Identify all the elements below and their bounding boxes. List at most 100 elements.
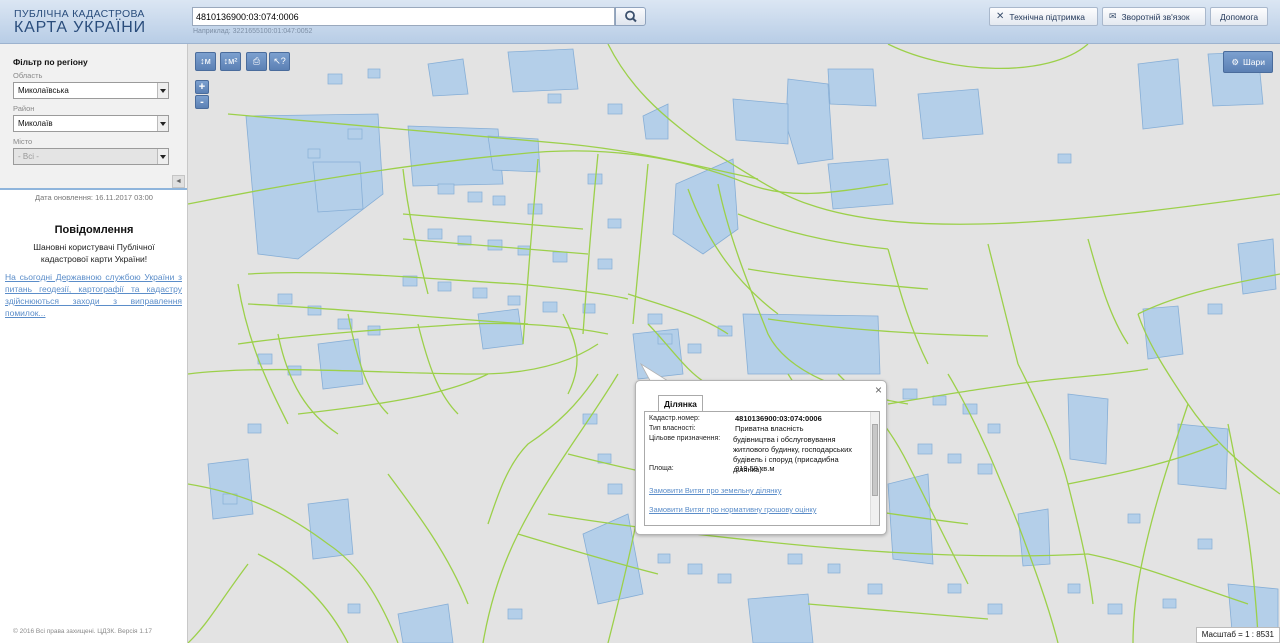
parcel (507, 48, 579, 93)
search-button[interactable] (615, 7, 646, 26)
notice-link[interactable]: На сьогодні Державною службою України з … (5, 271, 182, 319)
logo[interactable]: ПУБЛІЧНА КАДАСТРОВА КАРТА УКРАЇНИ (14, 9, 146, 36)
boundary-line (387, 473, 469, 605)
parcel (932, 395, 947, 406)
boundary-line (487, 373, 599, 525)
oblast-select[interactable]: Миколаївська (13, 82, 169, 99)
parcel (407, 125, 504, 187)
search-input[interactable] (192, 7, 615, 26)
parcel (312, 161, 364, 213)
close-icon[interactable]: × (875, 383, 882, 397)
rayon-label: Район (13, 104, 35, 113)
parcel (347, 603, 361, 614)
parcel (1057, 153, 1072, 164)
parcel (1067, 583, 1081, 594)
parcel (687, 563, 703, 575)
parcel (917, 88, 984, 140)
parcel (1067, 393, 1109, 465)
boundary-line (417, 323, 459, 415)
parcel (732, 98, 789, 145)
parcel (487, 239, 503, 251)
boundary-line (887, 368, 1149, 405)
logo-title: КАРТА УКРАЇНИ (14, 19, 146, 36)
boundary-line (188, 343, 599, 375)
parcel (717, 573, 732, 584)
zoom-in-button[interactable]: + (195, 80, 209, 94)
identify-button[interactable]: ↖? (269, 52, 290, 71)
feedback-label: Зворотній зв'язок (1121, 11, 1190, 22)
measure-area-button[interactable]: ↕м² (220, 52, 241, 71)
valuation-link[interactable]: Замовити Витяг про нормативну грошову оц… (649, 505, 816, 514)
area-value: 919.58 кв.м (735, 464, 775, 473)
parcel (597, 258, 613, 270)
rayon-value: Миколаїв (18, 119, 53, 128)
extract-link[interactable]: Замовити Витяг про земельну ділянку (649, 486, 782, 495)
boundary-line (257, 553, 349, 643)
chevron-down-icon (157, 116, 168, 131)
parcel (245, 113, 384, 260)
parcel-layer (207, 48, 1279, 643)
parcel (827, 68, 877, 107)
boundary-line (737, 213, 889, 250)
parcel (247, 423, 262, 434)
collapse-sidebar-button[interactable]: ◄ (172, 175, 185, 188)
layers-button[interactable]: ⚙ Шари (1223, 51, 1273, 73)
parcel (427, 58, 469, 97)
copyright: © 2016 Всі права захищені. ЦДЗК. Версія … (13, 628, 153, 635)
area-label: Площа: (649, 465, 674, 472)
map-layer (188, 44, 1280, 643)
feedback-button[interactable]: ✉ Зворотній зв'язок (1102, 7, 1206, 26)
boundary-line (947, 373, 1059, 643)
parcel (785, 78, 834, 165)
oblast-value: Миколаївська (18, 86, 69, 95)
parcel (437, 183, 455, 195)
oblast-label: Область (13, 71, 43, 80)
scrollbar-thumb[interactable] (872, 424, 878, 496)
parcel (552, 251, 568, 263)
parcel (787, 553, 803, 565)
filter-title: Фільтр по регіону (13, 57, 88, 67)
measure-length-button[interactable]: ↕м (195, 52, 216, 71)
gear-icon: ⚙ (1231, 56, 1239, 67)
parcel (947, 583, 962, 594)
boundary-line (887, 248, 929, 365)
parcel (1162, 598, 1177, 609)
print-button[interactable]: ⎙ (246, 52, 267, 71)
cadnum-value: 4810136900:03:074:0006 (735, 414, 822, 423)
header: ПУБЛІЧНА КАДАСТРОВА КАРТА УКРАЇНИ Наприк… (0, 0, 1280, 44)
parcel (827, 158, 894, 210)
parcel (437, 281, 452, 292)
region-filter: Фільтр по регіону Область Миколаївська Р… (0, 44, 187, 190)
parcel (507, 608, 523, 620)
parcel (657, 553, 671, 564)
misto-label: Місто (13, 137, 33, 146)
tab-parcel[interactable]: Ділянка (658, 395, 703, 412)
parcel (477, 308, 524, 350)
notice-greeting: Шановні користувачі Публічної кадастрово… (33, 242, 155, 264)
parcel (527, 203, 543, 215)
parcel (307, 148, 321, 159)
boundary-line (188, 563, 249, 643)
misto-value: - Всі - (18, 152, 39, 161)
rayon-select[interactable]: Миколаїв (13, 115, 169, 132)
chevron-down-icon (157, 149, 168, 164)
zoom-out-button[interactable]: - (195, 95, 209, 109)
parcel (542, 301, 558, 313)
tech-support-button[interactable]: ✕ Технічна підтримка (989, 7, 1098, 26)
boundary-line (402, 213, 584, 230)
layers-label: Шари (1243, 57, 1265, 67)
search-hint: Наприклад: 3221655100:01:047:0052 (193, 28, 313, 35)
purpose-label: Цільове призначення: (649, 435, 721, 442)
ownership-label: Тип власності: (649, 425, 696, 432)
popup-scrollbar[interactable] (870, 412, 879, 525)
help-button[interactable]: Допомога (1210, 7, 1268, 26)
search-icon (625, 10, 637, 23)
notice-title: Повідомлення (54, 224, 134, 236)
misto-select[interactable]: - Всі - (13, 148, 169, 165)
boundary-line (627, 293, 729, 335)
parcel (607, 483, 623, 495)
map-canvas[interactable]: ↕м ↕м² ⎙ ↖? + - ⚙ Шари Масштаб = 1 : 853… (188, 44, 1280, 643)
parcel (917, 443, 933, 455)
parcel (1107, 603, 1123, 615)
parcel (977, 463, 993, 475)
